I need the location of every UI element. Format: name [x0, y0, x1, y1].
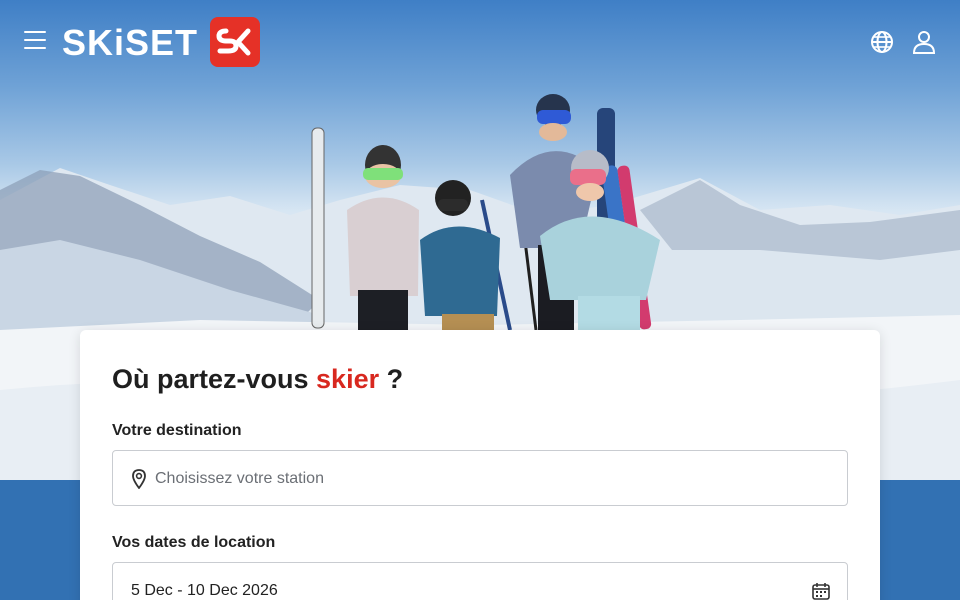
logo-badge-icon[interactable]	[210, 17, 260, 67]
dates-label: Vos dates de location	[112, 534, 276, 551]
top-header: SKiSET	[0, 0, 960, 84]
title-accent: skier	[316, 364, 380, 394]
destination-label: Votre destination	[112, 422, 242, 439]
user-icon[interactable]	[911, 29, 937, 55]
search-title: Où partez-vous skier ?	[112, 364, 404, 394]
destination-input[interactable]: Choisissez votre station	[112, 450, 848, 506]
skiers-group	[311, 94, 660, 331]
logo-text[interactable]: SKiSET	[62, 22, 198, 64]
location-pin-icon	[132, 469, 146, 489]
dates-input[interactable]: 5 Dec - 10 Dec 2026	[112, 562, 848, 600]
destination-placeholder: Choisissez votre station	[155, 470, 324, 487]
dates-value: 5 Dec - 10 Dec 2026	[131, 582, 278, 599]
search-card: Où partez-vous skier ? Votre destination…	[80, 330, 880, 600]
globe-icon[interactable]	[869, 29, 895, 55]
hamburger-icon[interactable]	[24, 31, 46, 51]
calendar-icon[interactable]	[811, 581, 831, 600]
